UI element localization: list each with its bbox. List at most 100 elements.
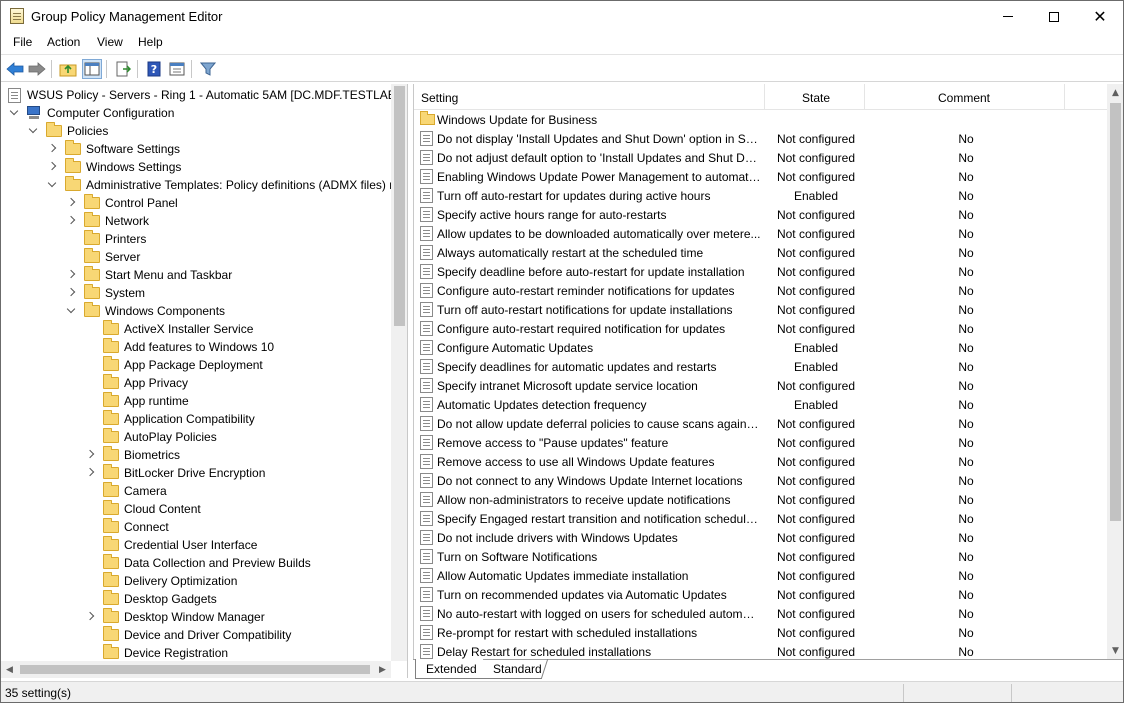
tree-item-server[interactable]: Server <box>1 248 391 266</box>
tree-item-policies[interactable]: Policies <box>1 122 391 140</box>
tree-item-biometrics[interactable]: Biometrics <box>1 446 391 464</box>
setting-row[interactable]: Specify active hours range for auto-rest… <box>414 205 1107 224</box>
collapse-chevron-icon[interactable] <box>46 179 58 191</box>
setting-row[interactable]: Enabling Windows Update Power Management… <box>414 167 1107 186</box>
column-header-comment[interactable]: Comment <box>938 91 990 105</box>
setting-row[interactable]: Re-prompt for restart with scheduled ins… <box>414 623 1107 642</box>
tree-item-delivery-optimization[interactable]: Delivery Optimization <box>1 572 391 590</box>
expand-chevron-icon[interactable] <box>84 467 96 479</box>
expand-chevron-icon[interactable] <box>65 197 77 209</box>
tree-item-system[interactable]: System <box>1 284 391 302</box>
setting-row[interactable]: Do not connect to any Windows Update Int… <box>414 471 1107 490</box>
tree-item-app-privacy[interactable]: App Privacy <box>1 374 391 392</box>
setting-row[interactable]: Allow Automatic Updates immediate instal… <box>414 566 1107 585</box>
export-list-icon[interactable] <box>113 59 133 79</box>
collapse-chevron-icon[interactable] <box>27 125 39 137</box>
tree-vertical-scrollbar[interactable] <box>391 84 407 661</box>
tree-item-device-registration[interactable]: Device Registration <box>1 644 391 662</box>
forward-arrow-icon[interactable] <box>27 59 47 79</box>
tree-item-connect[interactable]: Connect <box>1 518 391 536</box>
tree-item-bitlocker-drive-encryption[interactable]: BitLocker Drive Encryption <box>1 464 391 482</box>
tree-item-network[interactable]: Network <box>1 212 391 230</box>
tree-item-credential-user-interface[interactable]: Credential User Interface <box>1 536 391 554</box>
tree-item-windows-settings[interactable]: Windows Settings <box>1 158 391 176</box>
scroll-left-arrow-icon[interactable]: ◀ <box>1 661 18 678</box>
setting-row[interactable]: Specify deadline before auto-restart for… <box>414 262 1107 281</box>
tree-item-desktop-window-manager[interactable]: Desktop Window Manager <box>1 608 391 626</box>
tree-item-autoplay-policies[interactable]: AutoPlay Policies <box>1 428 391 446</box>
tree-item-app-package-deployment[interactable]: App Package Deployment <box>1 356 391 374</box>
help-icon[interactable]: ? <box>144 59 164 79</box>
column-header-state[interactable]: State <box>802 91 830 105</box>
setting-row[interactable]: Specify intranet Microsoft update servic… <box>414 376 1107 395</box>
collapse-chevron-icon[interactable] <box>8 107 20 119</box>
tree-item-computer-configuration[interactable]: Computer Configuration <box>1 104 391 122</box>
tree-item-add-features-to-windows-10[interactable]: Add features to Windows 10 <box>1 338 391 356</box>
collapse-chevron-icon[interactable] <box>65 305 77 317</box>
expand-chevron-icon[interactable] <box>46 143 58 155</box>
setting-row[interactable]: Turn on Software Notifications Not config… <box>414 547 1107 566</box>
scroll-right-arrow-icon[interactable]: ▶ <box>374 661 391 678</box>
setting-row[interactable]: No auto-restart with logged on users for… <box>414 604 1107 623</box>
setting-row[interactable]: Turn off auto-restart notifications for … <box>414 300 1107 319</box>
setting-row[interactable]: Configure auto-restart reminder notifica… <box>414 281 1107 300</box>
tree-item-windows-components[interactable]: Windows Components <box>1 302 391 320</box>
tree-item-start-menu-and-taskbar[interactable]: Start Menu and Taskbar <box>1 266 391 284</box>
tab-extended[interactable]: Extended <box>415 659 483 679</box>
setting-row[interactable]: Specify deadlines for automatic updates … <box>414 357 1107 376</box>
tree-item-software-settings[interactable]: Software Settings <box>1 140 391 158</box>
setting-row[interactable]: Do not allow update deferral policies to… <box>414 414 1107 433</box>
expand-chevron-icon[interactable] <box>65 269 77 281</box>
tree-item-data-collection-and-preview-builds[interactable]: Data Collection and Preview Builds <box>1 554 391 572</box>
list-vertical-scrollbar[interactable]: ▲ ▼ <box>1107 84 1123 661</box>
tree-item-camera[interactable]: Camera <box>1 482 391 500</box>
show-hide-tree-icon[interactable] <box>82 59 102 79</box>
menu-action[interactable]: Action <box>46 35 81 49</box>
expand-chevron-icon[interactable] <box>46 161 58 173</box>
scroll-down-arrow-icon[interactable]: ▼ <box>1107 642 1123 659</box>
tree-item-printers[interactable]: Printers <box>1 230 391 248</box>
expand-chevron-icon[interactable] <box>65 215 77 227</box>
back-arrow-icon[interactable] <box>5 59 25 79</box>
menu-file[interactable]: File <box>12 35 33 49</box>
menu-help[interactable]: Help <box>137 35 164 49</box>
tree-item-cloud-content[interactable]: Cloud Content <box>1 500 391 518</box>
tree-horizontal-scroll-thumb[interactable] <box>20 665 370 674</box>
list-item-folder[interactable]: Windows Update for Business <box>414 110 1107 129</box>
filter-icon[interactable] <box>198 59 218 79</box>
expand-chevron-icon[interactable] <box>84 611 96 623</box>
expand-chevron-icon[interactable] <box>84 449 96 461</box>
tree-item-app-runtime[interactable]: App runtime <box>1 392 391 410</box>
minimize-button[interactable] <box>985 1 1031 32</box>
tree-vertical-scroll-thumb[interactable] <box>394 86 405 326</box>
menu-view[interactable]: View <box>96 35 124 49</box>
setting-row[interactable]: Allow non-administrators to receive upda… <box>414 490 1107 509</box>
setting-row[interactable]: Do not include drivers with Windows Upda… <box>414 528 1107 547</box>
tree-item-control-panel[interactable]: Control Panel <box>1 194 391 212</box>
setting-row[interactable]: Turn on recommended updates via Automati… <box>414 585 1107 604</box>
up-folder-icon[interactable] <box>58 59 78 79</box>
setting-row[interactable]: Configure auto-restart required notifica… <box>414 319 1107 338</box>
setting-row[interactable]: Do not adjust default option to 'Install… <box>414 148 1107 167</box>
setting-row[interactable]: Configure Automatic Updates Enabled No <box>414 338 1107 357</box>
setting-row[interactable]: Remove access to use all Windows Update … <box>414 452 1107 471</box>
tree-item-desktop-gadgets[interactable]: Desktop Gadgets <box>1 590 391 608</box>
column-header-setting[interactable]: Setting <box>421 91 458 105</box>
properties-icon[interactable] <box>167 59 187 79</box>
tree-item-device-and-driver-compatibility[interactable]: Device and Driver Compatibility <box>1 626 391 644</box>
setting-row[interactable]: Do not display 'Install Updates and Shut… <box>414 129 1107 148</box>
setting-row[interactable]: Specify Engaged restart transition and n… <box>414 509 1107 528</box>
setting-row[interactable]: Automatic Updates detection frequency Ena… <box>414 395 1107 414</box>
setting-row[interactable]: Always automatically restart at the sche… <box>414 243 1107 262</box>
tree-horizontal-scrollbar[interactable]: ◀ ▶ <box>1 661 391 678</box>
expand-chevron-icon[interactable] <box>65 287 77 299</box>
tree-item-wsus-policy-servers-ring-1-automatic-5am[interactable]: WSUS Policy - Servers - Ring 1 - Automat… <box>1 86 406 104</box>
maximize-button[interactable] <box>1031 1 1077 32</box>
tree-item-application-compatibility[interactable]: Application Compatibility <box>1 410 391 428</box>
setting-row[interactable]: Remove access to "Pause updates" feature… <box>414 433 1107 452</box>
tab-standard[interactable]: Standard <box>479 659 549 679</box>
tree-item-administrative-templates-policy-definiti[interactable]: Administrative Templates: Policy definit… <box>1 176 393 194</box>
setting-row[interactable]: Allow updates to be downloaded automatic… <box>414 224 1107 243</box>
scroll-up-arrow-icon[interactable]: ▲ <box>1107 84 1123 101</box>
tree-item-activex-installer-service[interactable]: ActiveX Installer Service <box>1 320 391 338</box>
